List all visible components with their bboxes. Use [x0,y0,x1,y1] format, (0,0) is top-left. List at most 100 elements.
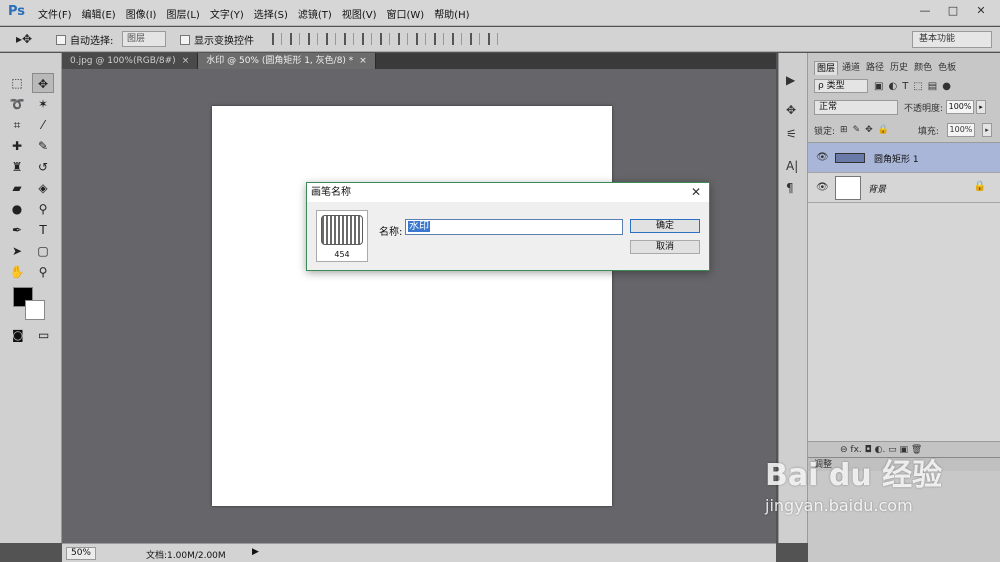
align-top-icon[interactable] [272,33,282,45]
status-menu-arrow-icon[interactable]: ▶ [252,547,259,557]
menu-file[interactable]: 文件(F) [38,6,72,21]
dialog-close-icon[interactable]: ✕ [691,185,701,199]
align-hcenter-icon[interactable] [344,33,354,45]
clone-stamp-tool-icon[interactable]: ♜ [6,157,28,177]
visibility-eye-icon[interactable]: 👁 [816,152,829,163]
doc-tab-close-icon[interactable]: × [182,53,190,69]
dodge-tool-icon[interactable]: ⚲ [32,199,54,219]
brush-name-input[interactable]: 水印 [405,219,623,235]
character-panel-icon[interactable]: A| [786,159,798,173]
type-tool-icon[interactable]: T [32,220,54,240]
shape-tool-icon[interactable]: ▢ [32,241,54,261]
show-transform-option: 显示变换控件 [180,32,254,47]
ok-button[interactable]: 确定 [630,219,700,233]
cancel-button[interactable]: 取消 [630,240,700,254]
lock-transparent-icon[interactable]: ⊞ [840,125,848,135]
distribute-right-icon[interactable] [470,33,480,45]
filter-type-icon[interactable]: T [902,81,908,92]
marquee-tool-icon[interactable]: ⬚ [6,73,28,93]
filter-toggle-icon[interactable]: ● [942,81,951,92]
distribute-hcenter-icon[interactable] [452,33,462,45]
tab-channels[interactable]: 通道 [840,61,862,75]
doc-tab-label: 水印 @ 50% (圆角矩形 1, 灰色/8) * [206,56,354,66]
layer-row-background[interactable]: 👁 背景 🔒 [808,173,1000,203]
brush-tool-icon[interactable]: ✎ [32,136,54,156]
doc-tab-close-icon[interactable]: × [359,53,367,69]
menu-filter[interactable]: 滤镜(T) [298,6,332,21]
opacity-arrow-icon[interactable]: ▸ [976,100,987,114]
menu-layer[interactable]: 图层(L) [166,6,199,21]
opacity-field[interactable]: 100% [946,100,975,114]
close-window-button[interactable]: ✕ [968,3,994,19]
align-right-icon[interactable] [362,33,372,45]
zoom-field[interactable]: 50% [66,547,96,560]
auto-select-dropdown[interactable]: 图层 [122,31,166,47]
lasso-tool-icon[interactable]: ➰ [6,94,28,114]
align-bottom-icon[interactable] [308,33,318,45]
filter-pixel-icon[interactable]: ▣ [874,81,883,92]
align-vcenter-icon[interactable] [290,33,300,45]
tab-color[interactable]: 颜色 [912,61,934,75]
tab-swatches[interactable]: 色板 [936,61,958,75]
canvas-area[interactable] [62,69,776,543]
menu-view[interactable]: 视图(V) [342,6,377,21]
pen-tool-icon[interactable]: ✒ [6,220,28,240]
move-tool-icon[interactable]: ✥ [32,73,54,93]
layer-row-rounded-rect[interactable]: 👁 圆角矩形 1 [808,143,1000,173]
play-actions-icon[interactable]: ▶ [786,73,795,87]
magic-wand-tool-icon[interactable]: ✶ [32,94,54,114]
background-color-swatch[interactable] [25,300,45,320]
screen-mode-icon[interactable]: ▭ [38,328,49,342]
fill-arrow-icon[interactable]: ▸ [981,123,992,137]
filter-adjust-icon[interactable]: ◐ [888,81,897,92]
filter-shape-icon[interactable]: ⬚ [913,81,922,92]
menu-edit[interactable]: 编辑(E) [82,6,116,21]
align-left-icon[interactable] [326,33,336,45]
hand-tool-icon[interactable]: ✋ [6,262,28,282]
healing-brush-tool-icon[interactable]: ✚ [6,136,28,156]
paragraph-panel-icon[interactable]: ¶ [786,181,794,195]
restore-button[interactable]: □ [940,3,966,19]
menu-window[interactable]: 窗口(W) [386,6,424,21]
lock-image-icon[interactable]: ✎ [853,125,861,135]
distribute-top-icon[interactable] [380,33,390,45]
minimize-button[interactable]: — [912,3,938,19]
show-transform-checkbox[interactable] [180,34,190,45]
filter-smart-icon[interactable]: ▤ [928,81,937,92]
paint-bucket-tool-icon[interactable]: ◈ [32,178,54,198]
lock-all-icon[interactable]: 🔒 [878,125,889,135]
zoom-tool-icon[interactable]: ⚲ [32,262,54,282]
menu-help[interactable]: 帮助(H) [434,6,469,21]
brush-settings-icon[interactable]: ⚟ [786,127,797,141]
history-brush-tool-icon[interactable]: ↺ [32,157,54,177]
lock-position-icon[interactable]: ✥ [865,125,873,135]
eraser-tool-icon[interactable]: ▰ [6,178,28,198]
crop-tool-icon[interactable]: ⌗ [6,115,28,135]
move-tool-preset-icon[interactable]: ▸✥ [16,32,32,46]
quick-mask-icon[interactable]: ◙ [12,328,24,342]
fill-field[interactable]: 100% [946,123,975,137]
menu-image[interactable]: 图像(I) [126,6,157,21]
eyedropper-tool-icon[interactable]: ⁄ [32,115,54,135]
app-logo: Ps [8,4,26,19]
distribute-bottom-icon[interactable] [416,33,426,45]
doc-tab-watermark[interactable]: 水印 @ 50% (圆角矩形 1, 灰色/8) * × [198,53,376,69]
menu-select[interactable]: 选择(S) [254,6,288,21]
blur-tool-icon[interactable]: ● [6,199,28,219]
brush-presets-icon[interactable]: ✥ [786,103,796,117]
visibility-eye-icon[interactable]: 👁 [816,182,829,193]
tab-history[interactable]: 历史 [888,61,910,75]
tab-paths[interactable]: 路径 [864,61,886,75]
tab-layers[interactable]: 图层 [814,61,839,75]
blend-mode-dropdown[interactable]: 正常 [814,99,898,115]
doc-tab-0jpg[interactable]: 0.jpg @ 100%(RGB/8#) × [62,53,199,69]
distribute-vcenter-icon[interactable] [398,33,408,45]
path-selection-tool-icon[interactable]: ➤ [6,241,28,261]
auto-align-icon[interactable] [488,33,498,45]
distribute-left-icon[interactable] [434,33,444,45]
menu-type[interactable]: 文字(Y) [210,6,244,21]
auto-select-checkbox[interactable] [56,34,66,45]
workspace-dropdown[interactable]: 基本功能 [912,31,992,48]
document-canvas[interactable] [212,106,612,506]
layer-filter-dropdown[interactable]: ρ 类型 [814,79,868,93]
